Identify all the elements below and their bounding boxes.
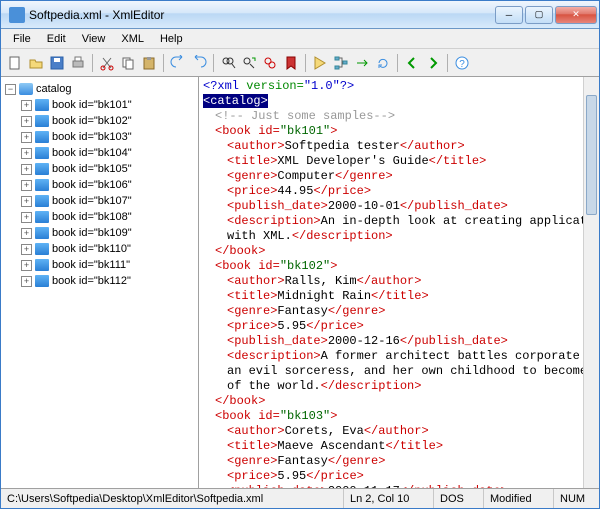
tree-item-label: book id="bk110" xyxy=(52,243,131,255)
tree-item[interactable]: + book id="bk107" xyxy=(3,193,196,209)
tree-panel[interactable]: − catalog + book id="bk101" + book id="bk10… xyxy=(1,77,199,488)
navfwd-icon[interactable] xyxy=(423,53,443,73)
book-icon xyxy=(35,115,49,127)
tree-item-label: book id="bk104" xyxy=(52,147,132,159)
xslt-icon[interactable] xyxy=(352,53,372,73)
tree-item-label: book id="bk109" xyxy=(52,227,132,239)
expand-icon[interactable]: + xyxy=(21,116,32,127)
status-cursor: Ln 2, Col 10 xyxy=(344,489,434,508)
tree-item[interactable]: + book id="bk102" xyxy=(3,113,196,129)
tree-item[interactable]: + book id="bk109" xyxy=(3,225,196,241)
tree-item[interactable]: + book id="bk108" xyxy=(3,209,196,225)
tree-item-label: book id="bk108" xyxy=(52,211,132,223)
expand-icon[interactable]: + xyxy=(21,132,32,143)
menu-help[interactable]: Help xyxy=(152,31,191,47)
tree-item[interactable]: + book id="bk101" xyxy=(3,97,196,113)
find-icon[interactable] xyxy=(218,53,238,73)
tree-item-label: book id="bk106" xyxy=(52,179,132,191)
tree-item-label: book id="bk112" xyxy=(52,275,131,287)
app-window: Softpedia.xml - XmlEditor ─ ▢ ✕ File Edi… xyxy=(0,0,600,509)
tree-item-label: book id="bk101" xyxy=(52,99,132,111)
tree-item[interactable]: + book id="bk111" xyxy=(3,257,196,273)
status-num: NUM xyxy=(554,489,599,508)
status-eol: DOS xyxy=(434,489,484,508)
svg-text:?: ? xyxy=(459,59,465,70)
cut-icon[interactable] xyxy=(97,53,117,73)
expand-icon[interactable]: + xyxy=(21,260,32,271)
menu-file[interactable]: File xyxy=(5,31,39,47)
app-icon xyxy=(9,7,25,23)
tree-root-label: catalog xyxy=(36,83,71,95)
expand-icon[interactable]: + xyxy=(21,180,32,191)
help-icon[interactable]: ? xyxy=(452,53,472,73)
book-icon xyxy=(35,275,49,287)
titlebar[interactable]: Softpedia.xml - XmlEditor ─ ▢ ✕ xyxy=(1,1,599,29)
bookmark-icon[interactable] xyxy=(281,53,301,73)
expand-icon[interactable]: + xyxy=(21,244,32,255)
tree-item-label: book id="bk107" xyxy=(52,195,132,207)
print-icon[interactable] xyxy=(68,53,88,73)
copy-icon[interactable] xyxy=(118,53,138,73)
save-icon[interactable] xyxy=(47,53,67,73)
maximize-button[interactable]: ▢ xyxy=(525,6,553,24)
tree-item-label: book id="bk103" xyxy=(52,131,132,143)
expand-icon[interactable]: + xyxy=(21,212,32,223)
open-icon[interactable] xyxy=(26,53,46,73)
status-path: C:\Users\Softpedia\Desktop\XmlEditor\Sof… xyxy=(1,489,344,508)
tree-item-label: book id="bk111" xyxy=(52,259,130,271)
tree-item[interactable]: + book id="bk112" xyxy=(3,273,196,289)
expand-icon[interactable]: + xyxy=(21,196,32,207)
tree-item[interactable]: + book id="bk104" xyxy=(3,145,196,161)
book-icon xyxy=(35,211,49,223)
scrollbar[interactable] xyxy=(583,77,599,488)
tree-item[interactable]: + book id="bk110" xyxy=(3,241,196,257)
validate-icon[interactable] xyxy=(310,53,330,73)
expand-icon[interactable]: + xyxy=(21,276,32,287)
database-icon xyxy=(19,83,33,95)
tree-item[interactable]: + book id="bk106" xyxy=(3,177,196,193)
menubar: File Edit View XML Help xyxy=(1,29,599,49)
menu-view[interactable]: View xyxy=(74,31,114,47)
tree-item[interactable]: + book id="bk105" xyxy=(3,161,196,177)
xml-editor[interactable]: <?xml version="1.0"?><catalog><!-- Just … xyxy=(199,77,599,488)
close-button[interactable]: ✕ xyxy=(555,6,597,24)
scrollbar-thumb[interactable] xyxy=(586,95,597,215)
redo-icon[interactable] xyxy=(189,53,209,73)
status-modified: Modified xyxy=(484,489,554,508)
menu-edit[interactable]: Edit xyxy=(39,31,74,47)
tree-item[interactable]: + book id="bk103" xyxy=(3,129,196,145)
tree-item-label: book id="bk102" xyxy=(52,115,132,127)
content-area: − catalog + book id="bk101" + book id="bk10… xyxy=(1,77,599,488)
window-title: Softpedia.xml - XmlEditor xyxy=(29,8,495,22)
book-icon xyxy=(35,227,49,239)
statusbar: C:\Users\Softpedia\Desktop\XmlEditor\Sof… xyxy=(1,488,599,508)
expand-icon[interactable]: + xyxy=(21,164,32,175)
navback-icon[interactable] xyxy=(402,53,422,73)
expand-icon[interactable]: + xyxy=(21,148,32,159)
expand-icon[interactable]: + xyxy=(21,100,32,111)
new-icon[interactable] xyxy=(5,53,25,73)
minimize-button[interactable]: ─ xyxy=(495,6,523,24)
book-icon xyxy=(35,179,49,191)
book-icon xyxy=(35,163,49,175)
refresh-icon[interactable] xyxy=(373,53,393,73)
book-icon xyxy=(35,131,49,143)
toolbar: ? xyxy=(1,49,599,77)
expand-icon[interactable]: + xyxy=(21,228,32,239)
undo-icon[interactable] xyxy=(168,53,188,73)
book-icon xyxy=(35,99,49,111)
book-icon xyxy=(35,195,49,207)
findnext-icon[interactable] xyxy=(239,53,259,73)
menu-xml[interactable]: XML xyxy=(113,31,152,47)
tree-item-label: book id="bk105" xyxy=(52,163,132,175)
replace-icon[interactable] xyxy=(260,53,280,73)
tree-icon[interactable] xyxy=(331,53,351,73)
collapse-icon[interactable]: − xyxy=(5,84,16,95)
book-icon xyxy=(35,147,49,159)
tree-root[interactable]: − catalog xyxy=(3,81,196,97)
book-icon xyxy=(35,259,49,271)
paste-icon[interactable] xyxy=(139,53,159,73)
book-icon xyxy=(35,243,49,255)
